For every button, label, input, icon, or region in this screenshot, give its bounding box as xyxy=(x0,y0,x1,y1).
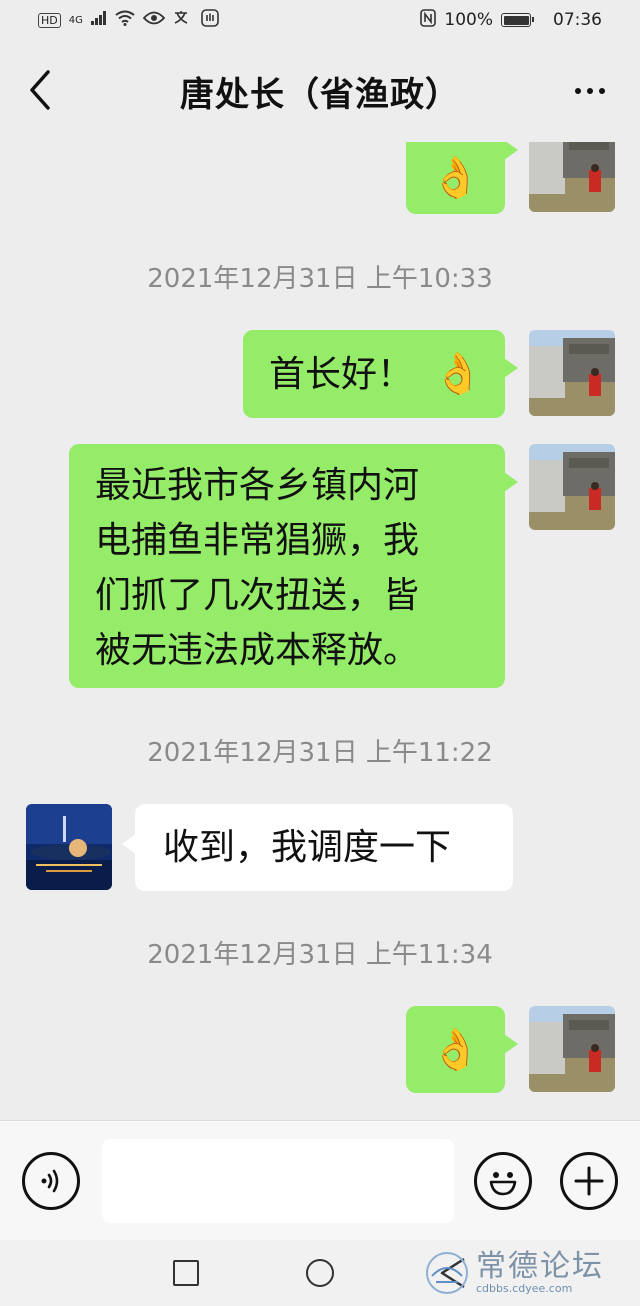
my-avatar[interactable] xyxy=(529,1006,615,1092)
avatar-photo-icon xyxy=(529,444,615,530)
chevron-left-icon xyxy=(30,70,50,110)
plus-icon xyxy=(574,1166,604,1196)
chat-header: 唐处长（省渔政） xyxy=(0,40,640,142)
more-dot xyxy=(575,88,581,94)
emoji-button[interactable] xyxy=(474,1152,532,1210)
more-actions-button[interactable] xyxy=(560,1152,618,1210)
network-label: 4G xyxy=(68,14,83,26)
more-dot xyxy=(587,88,593,94)
message-bubble-outgoing[interactable]: 最近我市各乡镇内河 电捕鱼非常猖獗，我 们抓了几次扭送，皆 被无违法成本释放。 xyxy=(69,444,518,688)
status-left: HD 4G xyxy=(38,9,219,31)
recents-button[interactable] xyxy=(173,1260,199,1286)
eye-icon xyxy=(142,11,166,29)
hd-badge: HD xyxy=(38,12,61,28)
message-bubble-outgoing[interactable]: 👌 xyxy=(406,142,518,214)
hand-icon xyxy=(201,9,219,31)
voice-icon xyxy=(41,1169,59,1193)
watermark-title: 常德论坛 xyxy=(476,1248,604,1284)
my-avatar[interactable] xyxy=(529,330,615,416)
emoji-icon xyxy=(489,1172,517,1196)
more-dot xyxy=(599,88,605,94)
forum-watermark: 常德论坛 cdbbs.cdyee.com xyxy=(424,1244,624,1302)
battery-text: 100% xyxy=(444,10,493,30)
voice-button[interactable] xyxy=(22,1152,80,1210)
back-button[interactable] xyxy=(28,70,58,110)
home-button[interactable] xyxy=(306,1259,334,1287)
message-line: 们抓了几次扭送，皆 xyxy=(95,575,420,616)
status-right: 100% 07:36 xyxy=(420,9,602,31)
ok-hand-emoji: 👌 xyxy=(433,351,483,397)
wifi-icon xyxy=(115,10,135,30)
timestamp: 2021年12月31日 上午11:34 xyxy=(147,940,493,970)
timestamp: 2021年12月31日 上午10:33 xyxy=(147,264,493,294)
signal-icon xyxy=(90,11,107,29)
ok-hand-emoji: 👌 xyxy=(430,155,481,201)
avatar-photo-icon xyxy=(529,142,615,212)
ok-hand-emoji: 👌 xyxy=(430,1026,481,1073)
message-line: 被无违法成本释放。 xyxy=(95,630,420,671)
nfc-icon xyxy=(420,9,437,31)
clock: 07:36 xyxy=(553,10,602,30)
avatar-night-city-icon xyxy=(26,804,112,890)
message-line: 最近我市各乡镇内河 xyxy=(95,465,420,506)
message-bubble-outgoing[interactable]: 👌 xyxy=(406,1006,518,1093)
avatar-photo-icon xyxy=(529,330,615,416)
more-button[interactable] xyxy=(568,76,612,106)
system-navigation-bar: 常德论坛 cdbbs.cdyee.com xyxy=(0,1240,640,1306)
contact-avatar[interactable] xyxy=(26,804,112,890)
forum-logo-icon xyxy=(426,1252,468,1294)
my-avatar[interactable] xyxy=(529,444,615,530)
message-bubble-incoming[interactable]: 收到，我调度一下 xyxy=(122,804,513,891)
chat-title: 唐处长（省渔政） xyxy=(180,74,460,115)
message-text: 收到，我调度一下 xyxy=(163,827,452,868)
my-avatar[interactable] xyxy=(529,142,615,212)
timestamp: 2021年12月31日 上午11:22 xyxy=(147,738,493,768)
translate-icon xyxy=(173,10,193,30)
status-bar: HD 4G 100% 07:36 xyxy=(0,0,640,40)
message-text: 首长好！ xyxy=(269,353,414,395)
input-bar xyxy=(0,1120,640,1240)
avatar-photo-icon xyxy=(529,1006,615,1092)
message-bubble-outgoing[interactable]: 首长好！ 👌 xyxy=(243,330,518,418)
battery-icon xyxy=(501,13,534,27)
message-line: 电捕鱼非常猖獗，我 xyxy=(95,520,420,561)
message-input[interactable] xyxy=(102,1139,454,1223)
battery-fill xyxy=(503,15,529,25)
message-list[interactable]: 👌 2021年12月31日 上午10:33 首长好！ 👌 最近我市各乡镇内河 电… xyxy=(0,142,640,1120)
